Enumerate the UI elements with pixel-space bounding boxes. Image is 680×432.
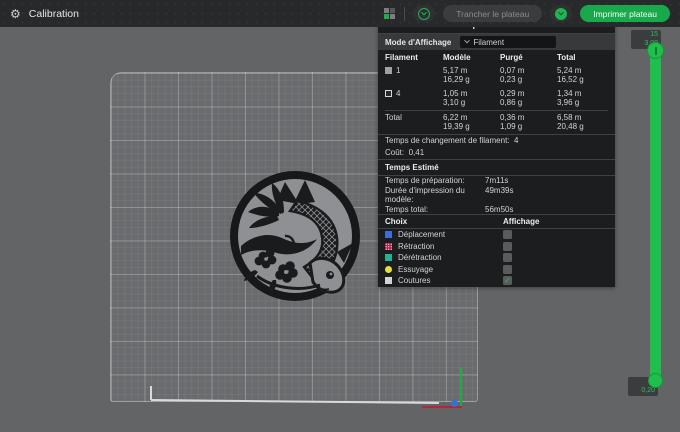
plates-icon[interactable] — [384, 8, 396, 20]
travel-checkbox[interactable]: ✓ — [503, 230, 512, 239]
top-bar: ⚙ Calibration Trancher le plateau Imprim… — [0, 0, 680, 27]
options-col-choice: Choix — [385, 216, 503, 227]
time-row: Temps de préparation: 7m11s — [378, 176, 615, 186]
option-row-travel: Déplacement ✓ — [378, 229, 615, 241]
layer-slider-handle-top[interactable] — [647, 42, 664, 59]
layer-slider-handle-bottom[interactable] — [648, 373, 663, 388]
plates-icon-tile — [390, 14, 395, 19]
top-layer-number: 15 — [631, 31, 658, 40]
cost-value: 0,41 — [409, 148, 425, 157]
col-model: Modèle — [443, 53, 500, 62]
chevron-down-icon — [418, 8, 430, 20]
retraction-checkbox[interactable]: ✓ — [503, 242, 512, 251]
table-total-row: Total 6,22 m19,39 g 0,36 m1,09 g 6,58 m2… — [385, 111, 608, 134]
display-mode-label: Mode d'Affichage — [385, 38, 451, 47]
application-window: ⚙ Calibration Trancher le plateau Imprim… — [0, 0, 680, 432]
slice-dropdown-button[interactable] — [413, 5, 435, 22]
filament-table: Filament Modèle Purgé Total 1 5,17 m16,2… — [378, 50, 615, 134]
filament-change-stat: Temps de changement de filament: 4 — [378, 135, 615, 147]
time-row: Durée d'impression du modèle: 49m39s — [378, 186, 615, 205]
options-header: Choix Affichage — [378, 215, 615, 228]
bottom-layer-height: 0,20 — [628, 387, 655, 396]
prep-time-value: 7m11s — [485, 176, 608, 186]
option-row-seams: Coutures ✓ — [378, 275, 615, 287]
toolbar-divider — [404, 7, 405, 21]
filament-id: 4 — [396, 89, 400, 98]
wipe-checkbox[interactable]: ✓ — [503, 265, 512, 274]
deretraction-color-icon — [385, 254, 392, 261]
toolbar-right: Trancher le plateau Imprimer plateau — [384, 5, 670, 22]
slice-plate-button[interactable]: Trancher le plateau — [443, 5, 542, 22]
table-row[interactable]: 4 1,05 m3,10 g 0,29 m0,86 g 1,34 m3,96 g — [385, 87, 608, 110]
time-section-title: Temps Estimé — [378, 160, 615, 175]
options-col-display: Affichage — [503, 216, 608, 227]
plates-icon-tile — [384, 8, 389, 13]
print-dropdown-button[interactable] — [550, 5, 572, 22]
total-time-value: 56m50s — [485, 205, 608, 215]
seams-color-icon — [385, 277, 392, 284]
cost-stat: Coût: 0,41 — [378, 147, 615, 159]
layer-slider-range[interactable] — [650, 49, 661, 383]
display-mode-select[interactable]: Filament — [460, 36, 556, 48]
koi-medallion-model[interactable] — [227, 168, 363, 304]
slicing-result-panel: Résultat de la découpe Mode d'Affichage … — [378, 14, 615, 287]
model-time-value: 49m39s — [485, 186, 608, 205]
display-mode-row: Mode d'Affichage Filament — [378, 34, 615, 50]
deretraction-checkbox[interactable]: ✓ — [503, 253, 512, 262]
option-row-deretraction: Dérétraction ✓ — [378, 252, 615, 264]
option-row-retraction: Rétraction ✓ — [378, 241, 615, 253]
filament-swatch — [385, 90, 392, 97]
filament-id: 1 — [396, 66, 400, 75]
travel-color-icon — [385, 231, 392, 238]
z-axis-marker — [460, 368, 462, 408]
purge-line-vertical — [150, 386, 152, 400]
table-row[interactable]: 1 5,17 m16,29 g 0,07 m0,23 g 5,24 m16,52… — [385, 64, 608, 87]
col-filament: Filament — [385, 53, 443, 62]
seams-checkbox[interactable]: ✓ — [503, 276, 512, 285]
plates-icon-tile — [390, 8, 395, 13]
gear-icon[interactable]: ⚙ — [10, 8, 21, 20]
display-mode-value: Filament — [473, 38, 504, 47]
wipe-color-icon — [385, 266, 392, 273]
filament-change-value: 4 — [514, 136, 518, 145]
total-label: Total — [385, 113, 443, 122]
col-total: Total — [557, 53, 608, 62]
print-plate-button[interactable]: Imprimer plateau — [580, 5, 670, 22]
table-header-row: Filament Modèle Purgé Total — [385, 50, 608, 64]
chevron-down-icon — [555, 8, 567, 20]
plates-icon-tile — [384, 14, 389, 19]
option-row-wipe: Essuyage ✓ — [378, 264, 615, 276]
time-row: Temps total: 56m50s — [378, 205, 615, 215]
chevron-down-icon — [465, 38, 471, 44]
filament-swatch — [385, 67, 392, 74]
page-title: Calibration — [29, 8, 79, 20]
col-purged: Purgé — [500, 53, 557, 62]
retraction-color-icon — [385, 243, 392, 250]
origin-marker — [451, 400, 458, 407]
